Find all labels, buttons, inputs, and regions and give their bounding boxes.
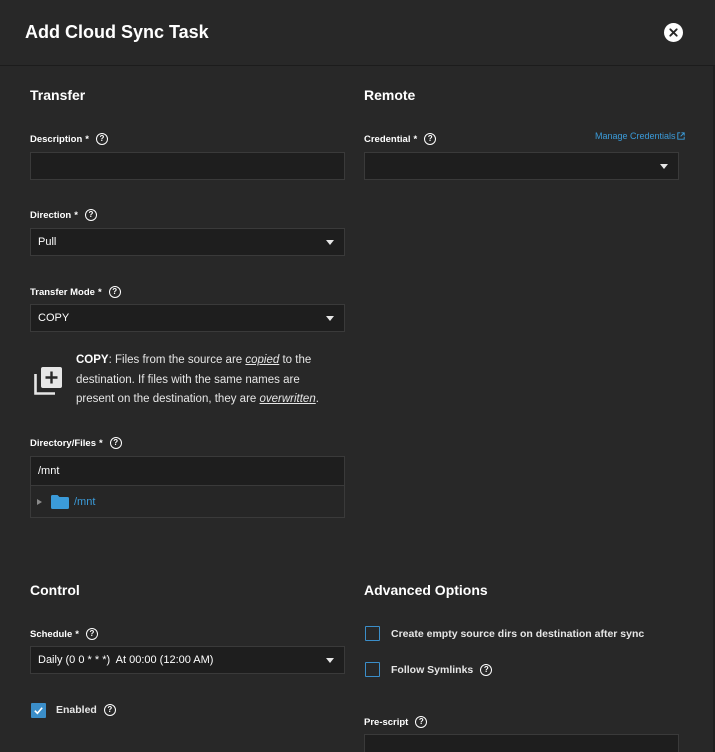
follow-symlinks-label-text: Follow Symlinks bbox=[391, 664, 474, 676]
chevron-down-icon bbox=[326, 316, 334, 321]
tree-node-label[interactable]: /mnt bbox=[74, 496, 95, 508]
control-section-title: Control bbox=[30, 582, 80, 598]
required-marker: * bbox=[85, 133, 89, 145]
credential-select[interactable] bbox=[364, 152, 679, 180]
info-text-part: . bbox=[315, 393, 319, 405]
follow-symlinks-label: Follow Symlinks ? bbox=[391, 664, 493, 676]
description-label: Description * ? bbox=[30, 133, 108, 145]
manage-credentials-text[interactable]: Manage Credentials bbox=[595, 131, 676, 141]
direction-label: Direction * ? bbox=[30, 209, 97, 221]
chevron-down-icon bbox=[660, 164, 668, 169]
required-marker: * bbox=[99, 437, 103, 449]
directory-tree[interactable]: /mnt bbox=[30, 486, 345, 518]
description-input[interactable] bbox=[30, 152, 345, 180]
folder-icon bbox=[51, 494, 69, 509]
credential-label-text: Credential bbox=[364, 133, 411, 145]
enabled-checkbox[interactable] bbox=[31, 703, 46, 718]
required-marker: * bbox=[413, 133, 418, 145]
follow-symlinks-checkbox[interactable] bbox=[365, 662, 380, 677]
info-emphasis: overwritten bbox=[259, 393, 316, 405]
transfer-mode-description: COPY: Files from the source are copied t… bbox=[76, 351, 336, 410]
schedule-select[interactable]: Daily (0 0 * * *) At 00:00 (12:00 AM) bbox=[30, 646, 345, 674]
enabled-label: Enabled ? bbox=[56, 704, 116, 716]
directory-value: /mnt bbox=[38, 465, 60, 477]
enabled-label-text: Enabled bbox=[56, 704, 97, 716]
open-in-new-icon bbox=[676, 132, 685, 140]
required-marker: * bbox=[75, 628, 79, 640]
library-add-icon bbox=[34, 367, 62, 395]
directory-label-text: Directory/Files bbox=[30, 437, 96, 449]
direction-value: Pull bbox=[38, 236, 57, 248]
advanced-section-title: Advanced Options bbox=[364, 582, 488, 598]
close-button[interactable] bbox=[664, 23, 683, 42]
schedule-label-text: Schedule bbox=[30, 628, 73, 640]
transfer-mode-value: COPY bbox=[38, 312, 70, 324]
help-icon[interactable]: ? bbox=[424, 133, 437, 145]
required-marker: * bbox=[74, 209, 78, 221]
chevron-down-icon bbox=[326, 240, 334, 245]
dialog-header: Add Cloud Sync Task bbox=[0, 0, 715, 66]
create-empty-dirs-checkbox[interactable] bbox=[365, 626, 380, 641]
pre-script-label: Pre-script ? bbox=[364, 716, 428, 728]
description-field[interactable] bbox=[38, 160, 344, 172]
help-icon[interactable]: ? bbox=[103, 704, 116, 716]
expand-arrow-icon[interactable] bbox=[37, 498, 42, 505]
help-icon[interactable]: ? bbox=[84, 209, 97, 221]
help-icon[interactable]: ? bbox=[480, 664, 493, 676]
help-icon[interactable]: ? bbox=[95, 133, 108, 145]
pre-script-label-text: Pre-script bbox=[364, 716, 409, 728]
checkmark-icon bbox=[34, 707, 43, 715]
direction-select[interactable]: Pull bbox=[30, 228, 345, 256]
directory-input[interactable]: /mnt bbox=[30, 456, 345, 486]
help-icon[interactable]: ? bbox=[85, 628, 98, 640]
description-label-text: Description bbox=[30, 133, 83, 145]
mode-name: COPY bbox=[76, 354, 109, 366]
create-empty-dirs-label-text: Create empty source dirs on destination … bbox=[391, 628, 645, 640]
chevron-down-icon bbox=[326, 658, 334, 663]
directory-label: Directory/Files * ? bbox=[30, 437, 122, 449]
schedule-value: Daily (0 0 * * *) At 00:00 (12:00 AM) bbox=[38, 654, 214, 666]
transfer-mode-label-text: Transfer Mode bbox=[30, 286, 95, 298]
required-marker: * bbox=[97, 286, 102, 298]
transfer-mode-select[interactable]: COPY bbox=[30, 304, 345, 332]
transfer-section-title: Transfer bbox=[30, 87, 86, 103]
schedule-label: Schedule * ? bbox=[30, 628, 98, 640]
pre-script-input[interactable] bbox=[364, 734, 679, 752]
remote-section-title: Remote bbox=[364, 87, 416, 103]
transfer-mode-label: Transfer Mode * ? bbox=[30, 286, 121, 298]
close-icon bbox=[669, 28, 678, 37]
manage-credentials-link[interactable]: Manage Credentials bbox=[595, 131, 685, 141]
dialog-title: Add Cloud Sync Task bbox=[25, 22, 209, 42]
info-text-part: : Files from the source are bbox=[108, 354, 246, 366]
create-empty-dirs-label: Create empty source dirs on destination … bbox=[391, 628, 644, 640]
info-emphasis: copied bbox=[245, 354, 280, 366]
help-icon[interactable]: ? bbox=[108, 286, 121, 298]
direction-label-text: Direction bbox=[30, 209, 72, 221]
credential-label: Credential * ? bbox=[364, 133, 437, 145]
help-icon[interactable]: ? bbox=[415, 716, 428, 728]
help-icon[interactable]: ? bbox=[109, 437, 122, 449]
